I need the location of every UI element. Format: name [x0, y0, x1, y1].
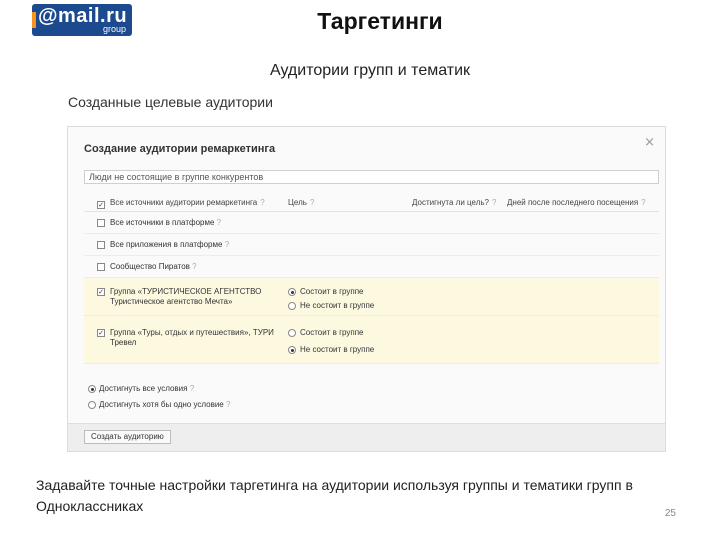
close-icon[interactable]: × [644, 135, 655, 150]
help-icon[interactable]: ? [260, 198, 264, 207]
member-radio[interactable] [288, 288, 296, 296]
help-icon[interactable]: ? [310, 198, 314, 207]
any-condition-radio[interactable] [88, 401, 96, 409]
row-checkbox[interactable]: ✓ [97, 329, 105, 337]
row-label: Все источники в платформе ? [110, 218, 222, 227]
table-row: Все источники в платформе ? [84, 212, 659, 234]
help-icon[interactable]: ? [492, 198, 496, 207]
row-checkbox[interactable] [97, 263, 105, 271]
row-checkbox[interactable] [97, 219, 105, 227]
non-member-radio[interactable] [288, 302, 296, 310]
slide-title: Таргетинги [317, 8, 443, 34]
slide-subtitle: Аудитории групп и тематик [269, 62, 471, 79]
table-row: ✓ Группа «ТУРИСТИЧЕСКОЕ АГЕНТСТВО Турист… [84, 278, 659, 316]
audience-name-input[interactable]: Люди не состоящие в группе конкурентов [84, 170, 659, 184]
help-icon[interactable]: ? [217, 218, 221, 227]
select-all-checkbox[interactable]: ✓ [97, 201, 105, 209]
non-member-radio-label: Не состоит в группе [300, 301, 375, 310]
table-row: Все приложения в платформе ? [84, 234, 659, 256]
non-member-radio-label: Не состоит в группе [300, 345, 375, 354]
row-label: Группа «ТУРИСТИЧЕСКОЕ АГЕНТСТВО Туристич… [110, 287, 262, 306]
help-icon[interactable]: ? [641, 198, 645, 207]
dialog-title: Создание аудитории ремаркетинга [84, 143, 276, 155]
help-icon[interactable]: ? [190, 384, 194, 393]
help-icon[interactable]: ? [192, 262, 196, 271]
column-header-reached: Достигнута ли цель?? [412, 198, 497, 207]
table-row: ✓ Группа «Туры, отдых и путешествия», ТУ… [84, 316, 659, 364]
member-radio[interactable] [288, 329, 296, 337]
column-header-days: Дней после последнего посещения? [507, 198, 646, 207]
table-row: Сообщество Пиратов ? [84, 256, 659, 278]
help-icon[interactable]: ? [225, 240, 229, 249]
help-icon[interactable]: ? [226, 400, 230, 409]
row-checkbox[interactable] [97, 241, 105, 249]
all-conditions-label: Достигнуть все условия ? [99, 384, 195, 393]
slide-description: Задавайте точные настройки таргетинга на… [36, 477, 633, 514]
create-audience-button[interactable]: Создать аудиторию [84, 430, 171, 444]
page-number: 25 [664, 508, 676, 519]
row-label: Группа «Туры, отдых и путешествия», ТУРИ… [110, 328, 274, 347]
remarketing-audience-dialog: Создание аудитории ремаркетинга × Люди н… [67, 126, 666, 452]
any-condition-label: Достигнуть хотя бы одно условие ? [99, 400, 231, 409]
non-member-radio[interactable] [288, 346, 296, 354]
member-radio-label: Состоит в группе [300, 328, 364, 337]
row-label: Сообщество Пиратов ? [110, 262, 197, 271]
row-label: Все приложения в платформе ? [110, 240, 230, 249]
column-header-goal: Цель? [288, 198, 315, 207]
column-header-audience: Все источники аудитории ремаркетинга? [110, 198, 265, 207]
row-checkbox[interactable]: ✓ [97, 288, 105, 296]
dialog-footer: Создать аудиторию [68, 423, 665, 451]
section-title: Созданные целевые аудитории [68, 94, 273, 110]
member-radio-label: Состоит в группе [300, 287, 364, 296]
all-conditions-radio[interactable] [88, 385, 96, 393]
